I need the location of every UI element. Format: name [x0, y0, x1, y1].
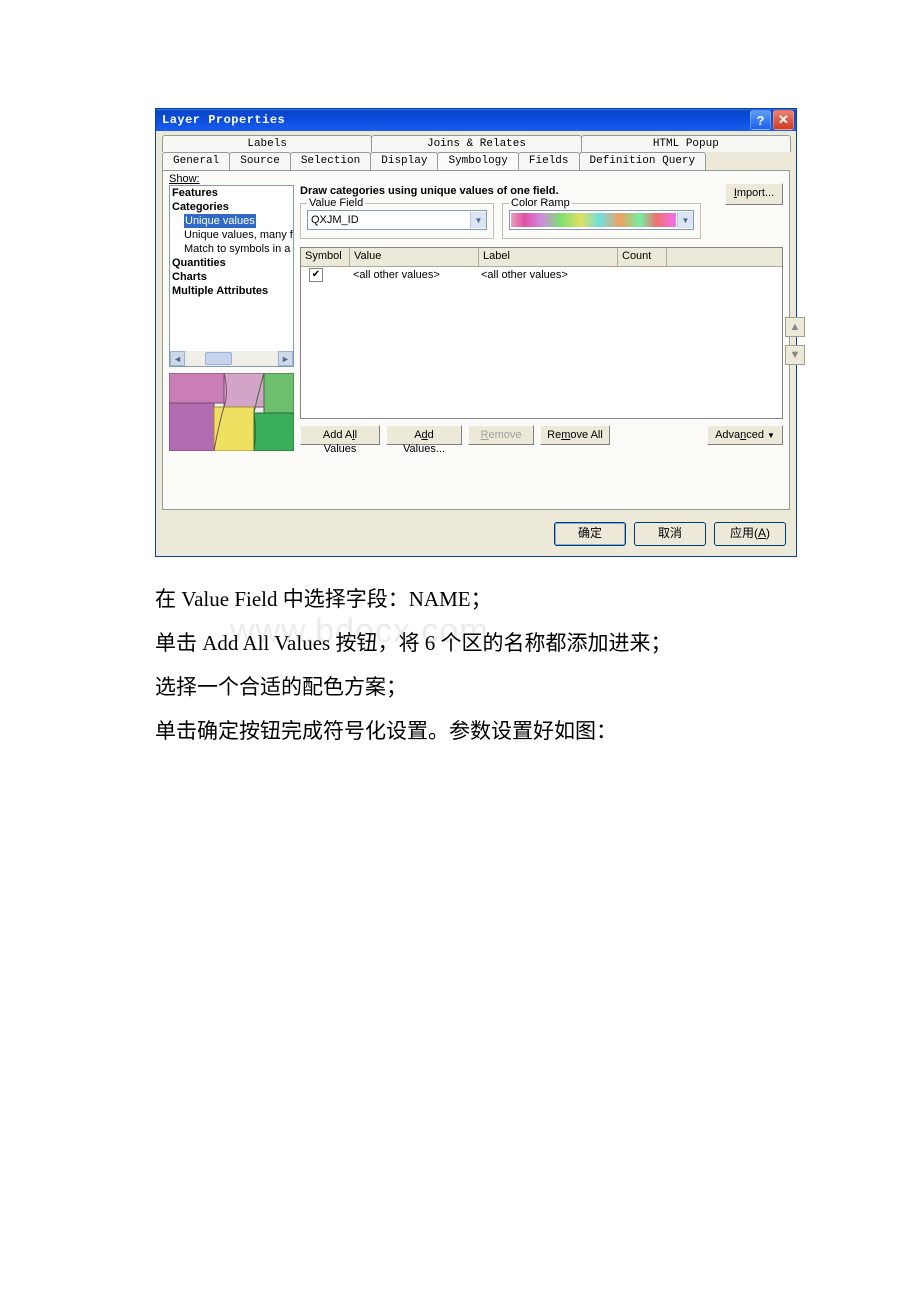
tree-match-symbols[interactable]: Match to symbols in a [170, 242, 293, 256]
tab-strip: General Source Selection Display Symbolo… [156, 131, 796, 170]
move-up-icon[interactable]: ▲ [785, 317, 805, 337]
tab-joins-relates[interactable]: Joins & Relates [371, 135, 581, 152]
chevron-down-icon[interactable]: ▼ [677, 212, 693, 228]
tab-selection[interactable]: Selection [290, 152, 371, 170]
values-table[interactable]: Symbol Value Label Count ✔ <all other va… [300, 247, 783, 419]
instr-line-4: 单击确定按钮完成符号化设置。参数设置好如图： [155, 709, 765, 753]
instr-line-2: 单击 Add All Values 按钮，将 6 个区的名称都添加进来； [155, 621, 765, 665]
add-all-values-button[interactable]: Add All Values [300, 425, 380, 445]
tree-unique-values[interactable]: Unique values [170, 214, 293, 228]
table-row[interactable]: ✔ <all other values> <all other values> [301, 267, 782, 283]
value-field-value: QXJM_ID [308, 214, 470, 226]
tree-unique-values-many[interactable]: Unique values, many f [170, 228, 293, 242]
color-ramp-group: Color Ramp ▼ [502, 203, 701, 239]
add-values-button[interactable]: Add Values... [386, 425, 462, 445]
tab-general[interactable]: General [162, 152, 230, 170]
tab-html-popup[interactable]: HTML Popup [581, 135, 791, 152]
color-ramp-preview [511, 213, 676, 227]
tab-display[interactable]: Display [370, 152, 438, 170]
cancel-button[interactable]: 取消 [634, 522, 706, 546]
scroll-left-icon[interactable]: ◄ [170, 351, 185, 366]
tab-definition-query[interactable]: Definition Query [579, 152, 707, 170]
tab-symbology[interactable]: Symbology [437, 152, 518, 170]
instr-line-3: 选择一个合适的配色方案； [155, 665, 765, 709]
row-value: <all other values> [349, 269, 477, 281]
titlebar-text: Layer Properties [162, 113, 285, 127]
tab-labels[interactable]: Labels [162, 135, 372, 152]
remove-all-button[interactable]: Remove All [540, 425, 610, 445]
tree-multiple-attrs[interactable]: Multiple Attributes [170, 284, 293, 298]
apply-button[interactable]: 应用(A) [714, 522, 786, 546]
tree-hscrollbar[interactable]: ◄ ► [170, 351, 293, 366]
show-tree[interactable]: Features Categories Unique values Unique… [169, 185, 294, 367]
advanced-button[interactable]: Advanced▼ [707, 425, 783, 445]
tree-categories[interactable]: Categories [170, 200, 293, 214]
close-icon[interactable]: ✕ [773, 110, 794, 130]
value-field-group: Value Field QXJM_ID ▼ [300, 203, 494, 239]
tab-fields[interactable]: Fields [518, 152, 580, 170]
instr-line-1: 在 Value Field 中选择字段：NAME； [155, 577, 765, 621]
value-field-legend: Value Field [307, 197, 365, 209]
help-icon[interactable]: ? [750, 110, 771, 130]
values-table-header: Symbol Value Label Count [301, 248, 782, 267]
dialog-button-row: 确定 取消 应用(A) [156, 516, 796, 556]
col-value[interactable]: Value [350, 248, 479, 266]
tree-quantities[interactable]: Quantities [170, 256, 293, 270]
scroll-right-icon[interactable]: ► [278, 351, 293, 366]
tree-charts[interactable]: Charts [170, 270, 293, 284]
titlebar: Layer Properties ? ✕ [156, 109, 796, 131]
col-count[interactable]: Count [618, 248, 667, 266]
col-label[interactable]: Label [479, 248, 618, 266]
color-ramp-combo[interactable]: ▼ [509, 210, 694, 230]
move-down-icon[interactable]: ▼ [785, 345, 805, 365]
value-field-combo[interactable]: QXJM_ID ▼ [307, 210, 487, 230]
tab-source[interactable]: Source [229, 152, 291, 170]
row-checkbox[interactable]: ✔ [309, 268, 323, 282]
row-label: <all other values> [477, 269, 615, 281]
tab-body-symbology: Show: Features Categories Unique values … [162, 170, 790, 510]
ok-button[interactable]: 确定 [554, 522, 626, 546]
tree-features[interactable]: Features [170, 186, 293, 200]
col-symbol[interactable]: Symbol [301, 248, 350, 266]
symbology-preview [169, 373, 294, 451]
import-button[interactable]: Import... [725, 183, 783, 205]
color-ramp-legend: Color Ramp [509, 197, 572, 209]
scroll-thumb[interactable] [205, 352, 232, 365]
instruction-text: 在 Value Field 中选择字段：NAME； 单击 Add All Val… [155, 577, 765, 753]
remove-button: Remove [468, 425, 534, 445]
layer-properties-dialog: Layer Properties ? ✕ General Source Sele… [155, 108, 797, 557]
show-label: Show: [169, 173, 783, 185]
renderer-description: Draw categories using unique values of o… [300, 185, 783, 197]
chevron-down-icon[interactable]: ▼ [470, 212, 486, 228]
